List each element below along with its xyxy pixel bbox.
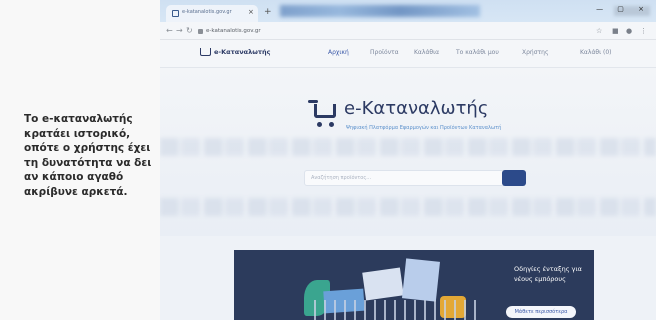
nav-products[interactable]: Προϊόντα [370, 49, 399, 56]
tab-close-icon[interactable]: × [248, 8, 254, 16]
caption-panel: Το e-καταναλωτής κρατάει ιστορικό, οπότε… [0, 0, 160, 320]
search-button[interactable] [502, 170, 526, 186]
caption-text: Το e-καταναλωτής κρατάει ιστορικό, οπότε… [24, 113, 152, 198]
url-field[interactable]: e-katanalotis.gov.gr [206, 26, 586, 37]
address-bar: ← → ↻ e-katanalotis.gov.gr ☆ ■ ● ⋮ [160, 22, 656, 40]
nav-cart[interactable]: Καλάθι (0) [580, 49, 612, 56]
search-placeholder: Αναζήτηση προϊόντος... [311, 175, 372, 181]
promo-title: Οδηγίες ένταξης για νέους εμπόρους [514, 265, 582, 283]
nav-user[interactable]: Χρήστης [522, 49, 548, 56]
site-navbar: e-Καταναλωτής Αρχική Προϊόντα Καλάθια Το… [160, 40, 656, 68]
brand-title: e-Καταναλωτής [344, 98, 489, 119]
nav-baskets[interactable]: Καλάθια [414, 49, 439, 56]
window-controls[interactable]: — ▢ × [596, 5, 650, 13]
profile-icon[interactable]: ● [626, 27, 632, 35]
tab-bar: e-katanalotis.gov.gr × + — ▢ × [160, 0, 656, 22]
back-icon[interactable]: ← [166, 26, 173, 35]
tab-title: e-katanalotis.gov.gr [182, 9, 232, 15]
site-logo[interactable]: e-Καταναλωτής [214, 48, 271, 56]
hero-section: e-Καταναλωτής Ψηφιακή Πλατφόρμα Εφαρμογώ… [160, 68, 656, 236]
blurred-tabs [280, 5, 480, 17]
menu-icon[interactable]: ⋮ [640, 27, 647, 35]
browser-window: e-katanalotis.gov.gr × + — ▢ × ← → ↻ e-k… [160, 0, 656, 320]
cart-logo-icon [200, 48, 211, 56]
site-page: e-Καταναλωτής Αρχική Προϊόντα Καλάθια Το… [160, 40, 656, 320]
lock-icon [198, 29, 203, 34]
forward-icon[interactable]: → [176, 26, 183, 35]
star-icon[interactable]: ☆ [596, 27, 602, 35]
shelf-background [160, 138, 656, 156]
brand-tagline: Ψηφιακή Πλατφόρμα Εφαρμογών και Προϊόντω… [346, 125, 502, 131]
reload-icon[interactable]: ↻ [186, 26, 193, 35]
shelf-background [160, 198, 656, 216]
nav-home[interactable]: Αρχική [328, 49, 349, 56]
promo-illustration [294, 256, 494, 320]
promo-banner: Οδηγίες ένταξης για νέους εμπόρους Μάθετ… [234, 250, 594, 320]
cart-logo-icon [308, 98, 338, 127]
promo-button[interactable]: Μάθετε περισσότερα [506, 306, 576, 318]
browser-tab[interactable]: e-katanalotis.gov.gr × [166, 5, 258, 22]
new-tab-icon[interactable]: + [264, 7, 274, 17]
search-input[interactable]: Αναζήτηση προϊόντος... [304, 170, 522, 186]
favicon-icon [172, 10, 179, 17]
screenshot-frame: Το e-καταναλωτής κρατάει ιστορικό, οπότε… [0, 0, 656, 320]
extensions-icon[interactable]: ■ [612, 27, 619, 35]
nav-my-basket[interactable]: Το καλάθι μου [456, 49, 499, 56]
